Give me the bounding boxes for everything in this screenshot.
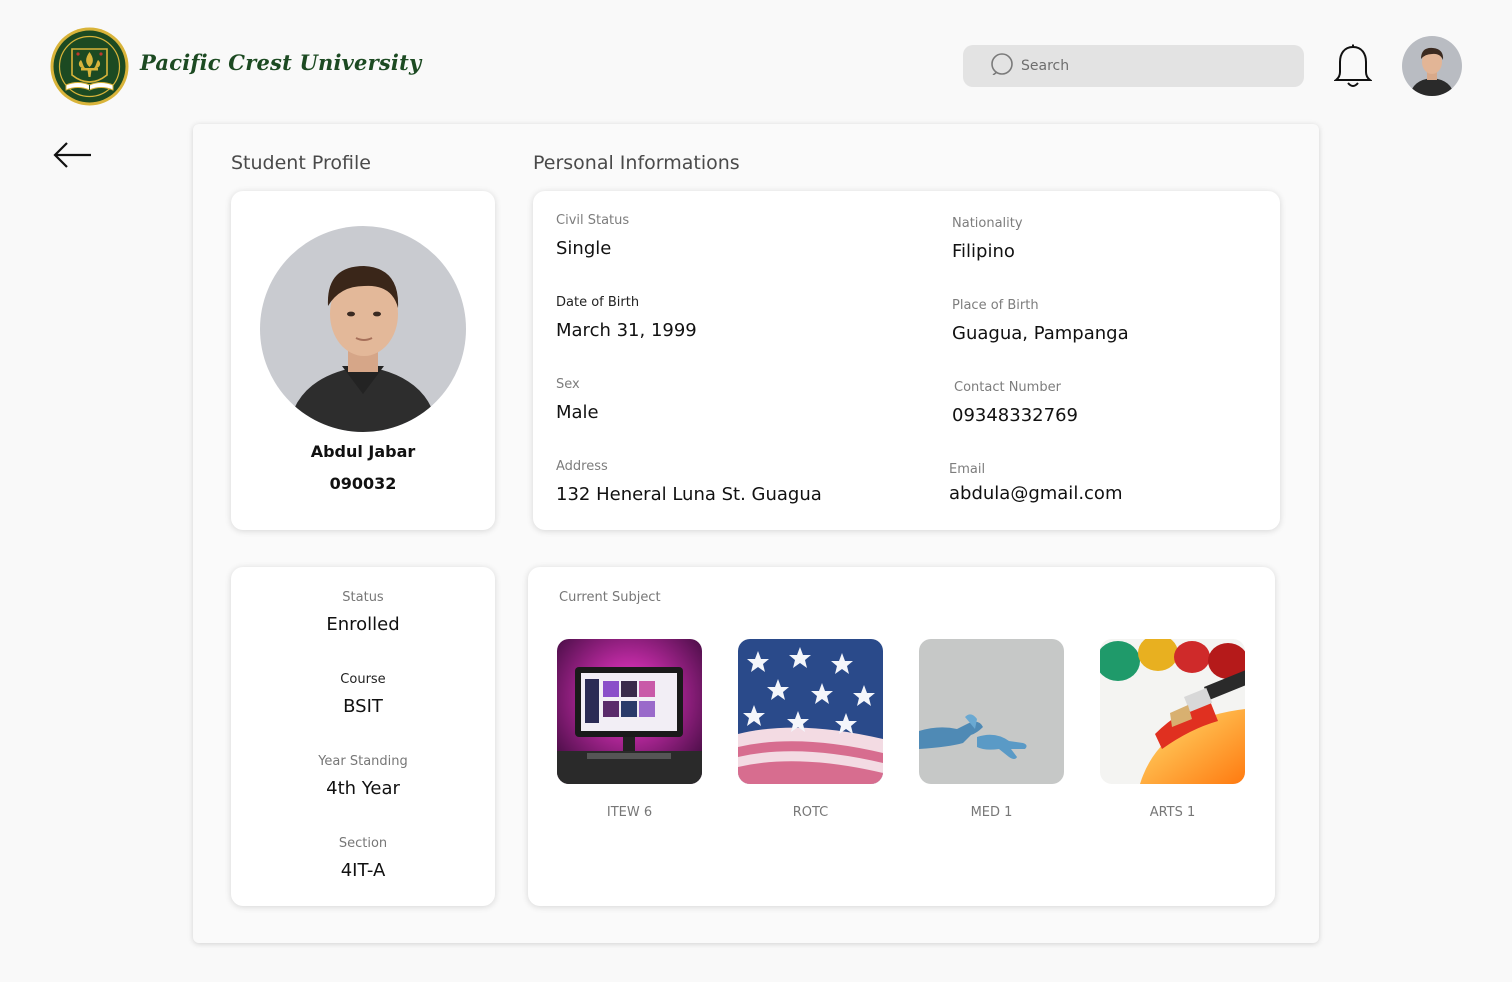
subject-rotc[interactable]: ROTC xyxy=(738,639,883,820)
address-label: Address xyxy=(556,459,608,474)
date-of-birth-label: Date of Birth xyxy=(556,295,640,310)
course-stat: Course BSIT xyxy=(231,672,495,717)
bell-icon[interactable] xyxy=(1333,44,1373,90)
civil-status-value: Single xyxy=(556,238,612,259)
university-name: Pacific Crest University xyxy=(140,50,422,75)
section-value: 4IT-A xyxy=(340,860,386,881)
email-value: abdula@gmail.com xyxy=(949,483,1123,504)
student-name: Abdul Jabar xyxy=(310,442,416,461)
student-id: 090032 xyxy=(329,474,397,493)
nationality-value: Filipino xyxy=(952,241,1015,262)
paint-brush-photo-icon xyxy=(1100,639,1245,784)
personal-info-card: Civil Status Single Nationality Filipino… xyxy=(533,191,1280,530)
computer-desk-photo-icon xyxy=(557,639,702,784)
main-panel: Student Profile Personal Informations Ab… xyxy=(193,124,1319,943)
subject-label: MED 1 xyxy=(970,805,1013,820)
student-profile-title: Student Profile xyxy=(231,152,371,174)
student-photo xyxy=(260,226,466,432)
civil-status-label: Civil Status xyxy=(556,213,630,228)
current-subject-card: Current Subject ITEW 6 ROTC MED 1 ARTS 1 xyxy=(528,567,1275,906)
section-label: Section xyxy=(338,836,388,851)
gloved-hands-photo-icon xyxy=(919,639,1064,784)
status-label: Status xyxy=(342,590,384,605)
place-of-birth-value: Guagua, Pampanga xyxy=(952,323,1129,344)
university-logo xyxy=(50,27,129,106)
sex-label: Sex xyxy=(556,377,580,392)
sex-value: Male xyxy=(556,402,599,423)
year-standing-value: 4th Year xyxy=(326,778,400,799)
subject-arts1[interactable]: ARTS 1 xyxy=(1100,639,1245,820)
back-arrow-icon[interactable] xyxy=(52,140,94,170)
year-standing-stat: Year Standing 4th Year xyxy=(231,754,495,799)
course-value: BSIT xyxy=(343,696,383,717)
personal-info-title: Personal Informations xyxy=(533,152,740,174)
us-flag-photo-icon xyxy=(738,639,883,784)
section-stat: Section 4IT-A xyxy=(231,836,495,881)
subject-label: ROTC xyxy=(792,805,829,820)
address-value: 132 Heneral Luna St. Guagua xyxy=(556,484,822,505)
subject-med1[interactable]: MED 1 xyxy=(919,639,1064,820)
search-icon xyxy=(991,53,1013,79)
current-subject-title: Current Subject xyxy=(559,590,661,605)
year-standing-label: Year Standing xyxy=(318,754,408,769)
email-label: Email xyxy=(949,462,986,477)
subject-label: ARTS 1 xyxy=(1149,805,1196,820)
user-avatar[interactable] xyxy=(1402,36,1462,96)
enrollment-card: Status Enrolled Course BSIT Year Standin… xyxy=(231,567,495,906)
subject-label: ITEW 6 xyxy=(606,805,653,820)
status-stat: Status Enrolled xyxy=(231,590,495,635)
date-of-birth-value: March 31, 1999 xyxy=(556,320,697,341)
subject-itew6[interactable]: ITEW 6 xyxy=(557,639,702,820)
search-input[interactable] xyxy=(1021,58,1281,74)
contact-number-label: Contact Number xyxy=(954,380,1061,395)
nationality-label: Nationality xyxy=(952,216,1023,231)
place-of-birth-label: Place of Birth xyxy=(952,298,1039,313)
search-bar[interactable] xyxy=(963,45,1304,87)
course-label: Course xyxy=(340,672,386,687)
status-value: Enrolled xyxy=(326,614,400,635)
contact-number-value: 09348332769 xyxy=(952,405,1078,426)
profile-card: Abdul Jabar 090032 xyxy=(231,191,495,530)
